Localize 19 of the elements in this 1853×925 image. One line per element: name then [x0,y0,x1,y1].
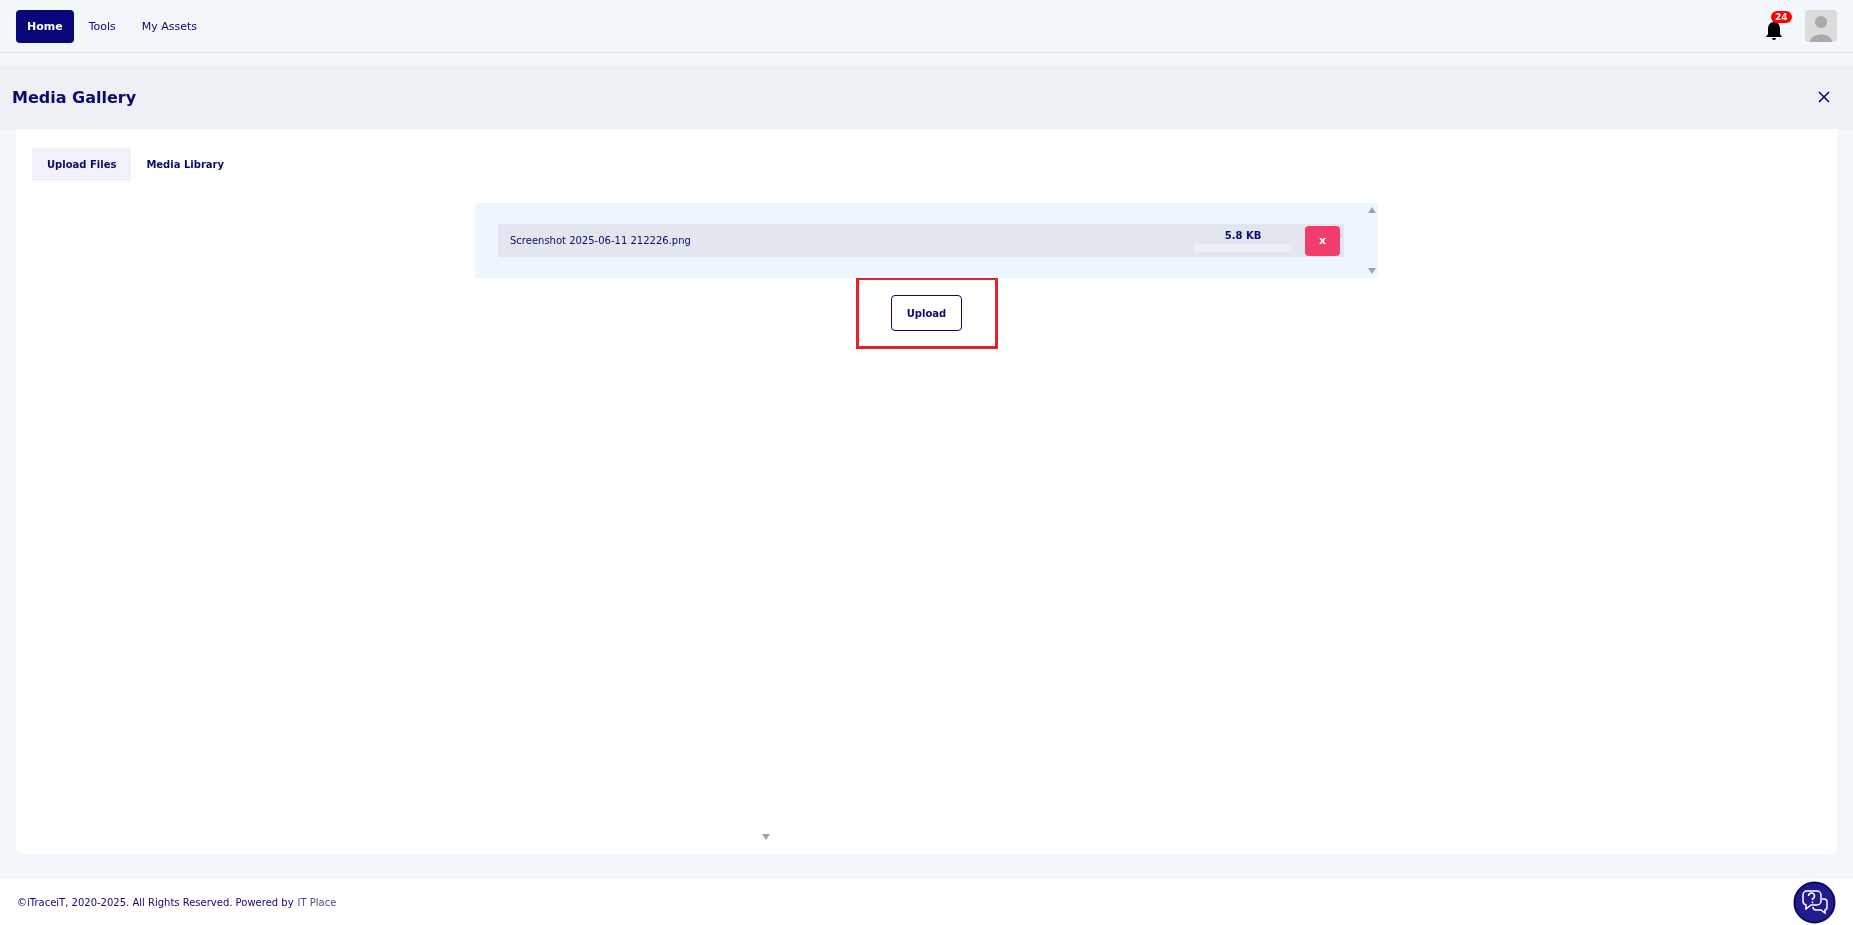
footer-link[interactable]: IT Place [297,897,337,908]
tab[interactable]: Media Library [131,148,240,181]
scroll-down-arrow-icon[interactable] [1368,268,1376,274]
notification-badge: 24 [1771,11,1792,23]
nav-tab[interactable]: My Assets [130,9,209,43]
upload-button[interactable]: Upload [891,295,962,331]
help-chat-button[interactable] [1793,881,1836,924]
file-size: 5.8 KB [1224,229,1262,241]
remove-button[interactable]: x [1305,225,1340,256]
nav-tab[interactable]: Tools [77,9,127,43]
nav-tab[interactable]: Home [16,9,74,43]
file-name: Screenshot 2025-06-11 212226.png [510,235,692,246]
close-button[interactable] [1817,90,1831,104]
scroll-up-arrow-icon[interactable] [1368,207,1376,213]
scroll-down-arrow-icon[interactable] [762,834,770,840]
tab[interactable]: Upload Files [32,148,132,181]
bell-icon[interactable] [1765,21,1783,41]
copyright-text: ©iTraceiT, 2020-2025. All Rights Reserved. Powered by [17,897,294,908]
page-title: Media Gallery [12,87,138,107]
